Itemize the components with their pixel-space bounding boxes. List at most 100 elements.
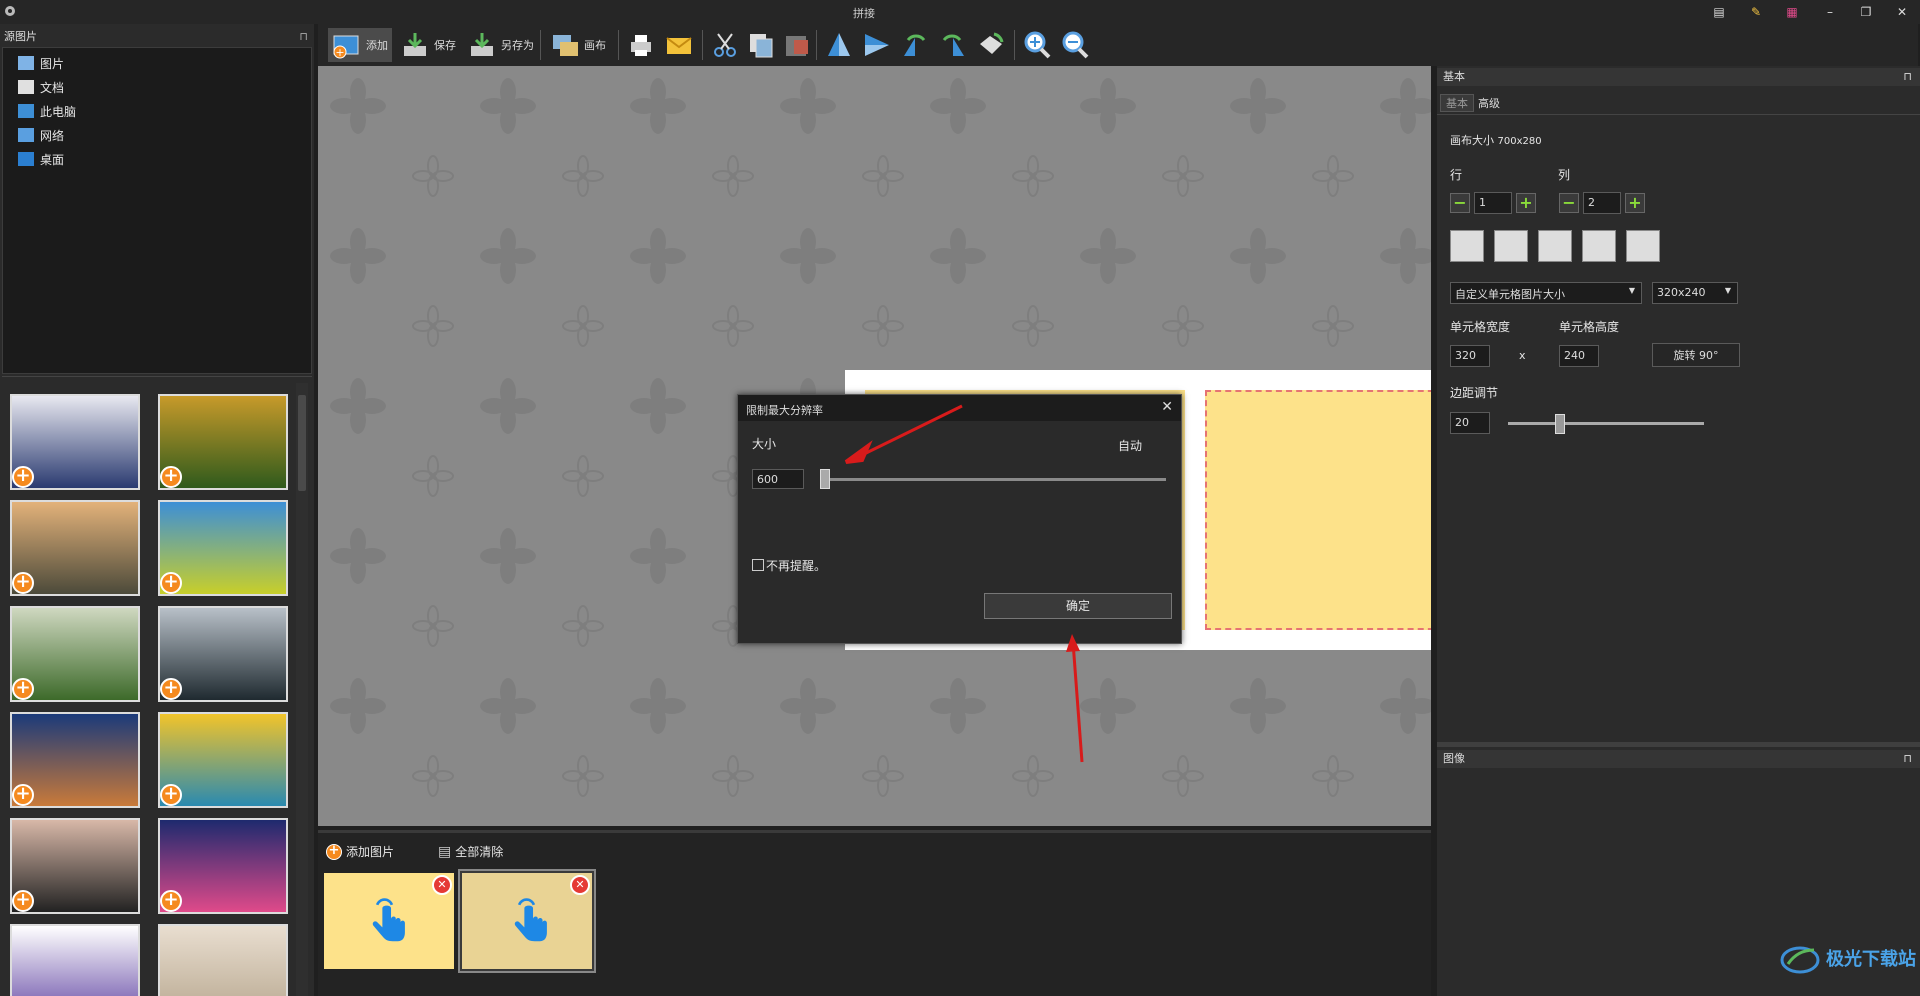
tab-advanced[interactable]: 高级 [1478, 95, 1500, 111]
add-to-collage-icon[interactable]: + [160, 890, 182, 912]
cut-button[interactable] [706, 28, 744, 62]
print-button[interactable] [622, 28, 660, 62]
layout-preset-2-icon[interactable] [1494, 230, 1528, 262]
this-pc-icon [18, 104, 34, 118]
cell-size-preset-select[interactable]: 320x240 ▼ [1652, 282, 1738, 304]
flip-horizontal-icon [865, 34, 889, 56]
copy-button[interactable] [742, 28, 780, 62]
pin-icon[interactable]: ⊓ [1903, 750, 1912, 768]
times-label: x [1519, 349, 1526, 362]
rows-decrement-button[interactable]: − [1450, 193, 1470, 213]
pictures-folder-icon [18, 56, 34, 70]
rotate-left-button[interactable] [896, 28, 934, 62]
rotate-right-icon [942, 34, 964, 56]
add-images-button[interactable]: + 添加图片 [326, 843, 394, 860]
remove-image-icon[interactable]: ✕ [432, 875, 452, 895]
dialog-close-button[interactable]: ✕ [1161, 399, 1173, 415]
cols-input[interactable]: 2 [1583, 192, 1621, 214]
flip-vertical-button[interactable] [820, 28, 858, 62]
collage-cell-2-selected[interactable] [1205, 390, 1431, 630]
email-button[interactable] [660, 28, 698, 62]
flip-horizontal-button[interactable] [858, 28, 896, 62]
add-circle-icon: + [326, 843, 342, 860]
paste-button[interactable] [778, 28, 816, 62]
cell-size-mode-value: 自定义单元格图片大小 [1455, 288, 1565, 301]
layout-preset-1-icon[interactable] [1450, 230, 1484, 262]
tab-basic[interactable]: 基本 [1440, 94, 1474, 112]
canvas-button[interactable]: 画布 [546, 28, 610, 62]
add-to-collage-icon[interactable]: + [12, 466, 34, 488]
add-to-collage-icon[interactable]: + [160, 572, 182, 594]
title-bar: 拼接 ▤ ✎ ▦ – ❐ ✕ [0, 0, 1920, 24]
layout-preset-3-icon[interactable] [1538, 230, 1572, 262]
size-slider-track[interactable] [820, 478, 1166, 481]
strip-image-1[interactable]: ✕ [324, 873, 454, 969]
notes-icon[interactable]: ▤ [1707, 2, 1731, 22]
tree-item-label: 图片 [40, 56, 65, 71]
zoom-in-button[interactable] [1018, 28, 1056, 62]
save-as-button[interactable]: 另存为 [463, 28, 538, 62]
add-to-collage-icon[interactable]: + [160, 678, 182, 700]
restore-button[interactable]: ❐ [1854, 2, 1878, 22]
add-to-collage-icon[interactable]: + [12, 784, 34, 806]
cell-width-input[interactable]: 320 [1450, 345, 1490, 367]
margin-slider-track[interactable] [1508, 422, 1704, 425]
rotate-free-button[interactable] [972, 28, 1010, 62]
pencil-icon[interactable]: ✎ [1744, 2, 1768, 22]
layout-preset-4-icon[interactable] [1582, 230, 1616, 262]
add-to-collage-icon[interactable]: + [160, 466, 182, 488]
add-to-collage-icon[interactable]: + [12, 890, 34, 912]
thumb-screenshot-2[interactable] [10, 924, 140, 996]
add-to-collage-icon[interactable]: + [12, 572, 34, 594]
save-label: 保存 [434, 39, 456, 52]
ok-button[interactable]: 确定 [984, 593, 1172, 619]
tree-item-2[interactable]: 此电脑 [18, 100, 76, 122]
close-window-button[interactable]: ✕ [1890, 2, 1914, 22]
add-to-collage-icon[interactable]: + [12, 678, 34, 700]
pin-icon[interactable]: ⊓ [1903, 68, 1912, 86]
dont-remind-checkbox[interactable] [752, 559, 764, 571]
zoom-out-button[interactable] [1056, 28, 1094, 62]
image-section-header: 图像 ⊓ [1437, 750, 1920, 768]
toolbar-separator [816, 30, 817, 60]
tree-item-4[interactable]: 桌面 [18, 148, 64, 170]
cols-decrement-button[interactable]: − [1559, 193, 1579, 213]
thumb-desert-dunes[interactable] [158, 924, 288, 996]
layout-preset-5-icon[interactable] [1626, 230, 1660, 262]
tree-item-3[interactable]: 网络 [18, 124, 64, 146]
add-button[interactable]: + 添加 [328, 28, 392, 62]
add-to-collage-icon[interactable]: + [160, 784, 182, 806]
rotate-right-button[interactable] [934, 28, 972, 62]
margin-slider-thumb[interactable] [1554, 414, 1565, 434]
add-label: 添加 [366, 39, 388, 52]
eraser-icon: ▤ [438, 843, 452, 860]
rotate-90-button[interactable]: 旋转 90° [1652, 343, 1740, 367]
gallery-scrollbar-thumb[interactable] [298, 395, 306, 491]
palette-icon[interactable]: ▦ [1780, 2, 1804, 22]
clear-all-button[interactable]: ▤ 全部清除 [438, 843, 503, 860]
remove-image-icon[interactable]: ✕ [570, 875, 590, 895]
minimize-button[interactable]: – [1818, 2, 1842, 22]
rows-increment-button[interactable]: + [1516, 193, 1536, 213]
cell-size-preset-value: 320x240 [1657, 286, 1706, 299]
network-icon [18, 128, 34, 142]
clear-all-label: 全部清除 [455, 845, 504, 859]
save-button[interactable]: 保存 [396, 28, 460, 62]
size-input[interactable]: 600 [752, 469, 804, 489]
tree-item-1[interactable]: 文档 [18, 76, 64, 98]
cell-height-input[interactable]: 240 [1559, 345, 1599, 367]
size-slider-thumb[interactable] [820, 469, 830, 489]
source-images-header: 源图片 ⊓ [0, 28, 314, 46]
cols-increment-button[interactable]: + [1625, 193, 1645, 213]
rows-input[interactable]: 1 [1474, 192, 1512, 214]
pin-icon[interactable]: ⊓ [299, 28, 308, 46]
paste-icon [786, 36, 808, 56]
tree-item-0[interactable]: 图片 [18, 52, 64, 74]
panel-splitter[interactable] [1437, 742, 1920, 747]
margin-input[interactable]: 20 [1450, 412, 1490, 434]
cell-size-mode-select[interactable]: 自定义单元格图片大小 ▼ [1450, 282, 1642, 304]
save-icon [404, 33, 426, 56]
tree-item-label: 此电脑 [40, 104, 77, 119]
strip-image-2-selected[interactable]: ✕ [458, 869, 596, 973]
image-section-title: 图像 [1443, 752, 1465, 765]
